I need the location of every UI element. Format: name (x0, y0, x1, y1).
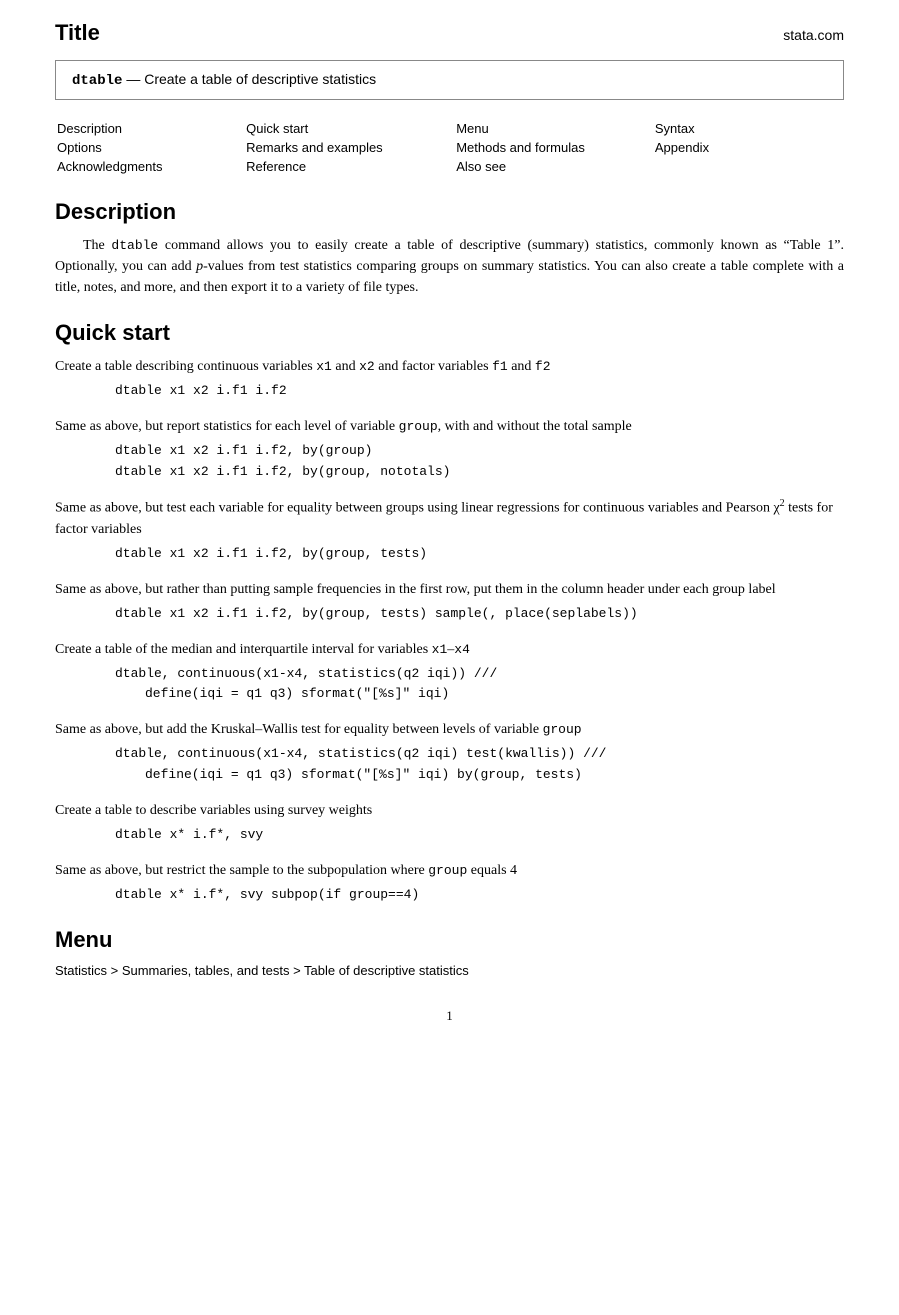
qs-item-2: Same as above, but report statistics for… (55, 416, 844, 483)
qs-desc-2: Same as above, but report statistics for… (55, 416, 844, 437)
nav-remarks[interactable]: Remarks and examples (246, 140, 383, 155)
qs-code-5a: dtable, continuous(x1-x4, statistics(q2 … (55, 664, 844, 685)
qs-code-4: dtable x1 x2 i.f1 i.f2, by(group, tests)… (55, 604, 844, 625)
qs-code-6b: define(iqi = q1 q3) sformat("[%s]" iqi) … (55, 765, 844, 786)
nav-syntax[interactable]: Syntax (655, 121, 695, 136)
qs-desc-8: Same as above, but restrict the sample t… (55, 860, 844, 881)
qs-item-5: Create a table of the median and interqu… (55, 639, 844, 706)
nav-description[interactable]: Description (57, 121, 122, 136)
qs-desc-7: Create a table to describe variables usi… (55, 800, 844, 821)
nav-menu[interactable]: Menu (456, 121, 489, 136)
qs-item-1: Create a table describing continuous var… (55, 356, 844, 402)
qs-desc-6: Same as above, but add the Kruskal–Walli… (55, 719, 844, 740)
qs-item-7: Create a table to describe variables usi… (55, 800, 844, 846)
qs-code-5b: define(iqi = q1 q3) sformat("[%s]" iqi) (55, 684, 844, 705)
qs-item-3: Same as above, but test each variable fo… (55, 496, 844, 564)
qs-code-1: dtable x1 x2 i.f1 i.f2 (55, 381, 844, 402)
description-para: The dtable command allows you to easily … (55, 235, 844, 298)
qs-item-8: Same as above, but restrict the sample t… (55, 860, 844, 906)
title-dash: — (126, 71, 140, 87)
qs-code-8: dtable x* i.f*, svy subpop(if group==4) (55, 885, 844, 906)
nav-acknowledgments[interactable]: Acknowledgments (57, 159, 163, 174)
command-name: dtable (72, 73, 122, 89)
title-box: dtable — Create a table of descriptive s… (55, 60, 844, 100)
site-label: stata.com (783, 27, 844, 43)
qs-code-6a: dtable, continuous(x1-x4, statistics(q2 … (55, 744, 844, 765)
qs-code-2a: dtable x1 x2 i.f1 i.f2, by(group) (55, 441, 844, 462)
title-description: Create a table of descriptive statistics (144, 71, 376, 87)
nav-quickstart[interactable]: Quick start (246, 121, 308, 136)
qs-desc-4: Same as above, but rather than putting s… (55, 579, 844, 600)
nav-alsosee[interactable]: Also see (456, 159, 506, 174)
menu-heading: Menu (55, 927, 844, 953)
nav-appendix[interactable]: Appendix (655, 140, 709, 155)
quickstart-heading: Quick start (55, 320, 844, 346)
qs-code-3: dtable x1 x2 i.f1 i.f2, by(group, tests) (55, 544, 844, 565)
nav-methods[interactable]: Methods and formulas (456, 140, 585, 155)
page-header: Title stata.com (55, 20, 844, 46)
nav-reference[interactable]: Reference (246, 159, 306, 174)
nav-table: Description Quick start Menu Syntax Opti… (55, 118, 844, 177)
qs-desc-3: Same as above, but test each variable fo… (55, 496, 844, 540)
qs-desc-5: Create a table of the median and interqu… (55, 639, 844, 660)
nav-options[interactable]: Options (57, 140, 102, 155)
qs-desc-1: Create a table describing continuous var… (55, 356, 844, 377)
qs-item-4: Same as above, but rather than putting s… (55, 579, 844, 625)
menu-path: Statistics > Summaries, tables, and test… (55, 963, 844, 978)
description-heading: Description (55, 199, 844, 225)
page-number: 1 (55, 1008, 844, 1024)
qs-code-2b: dtable x1 x2 i.f1 i.f2, by(group, notota… (55, 462, 844, 483)
qs-item-6: Same as above, but add the Kruskal–Walli… (55, 719, 844, 786)
page-title: Title (55, 20, 100, 46)
qs-code-7: dtable x* i.f*, svy (55, 825, 844, 846)
